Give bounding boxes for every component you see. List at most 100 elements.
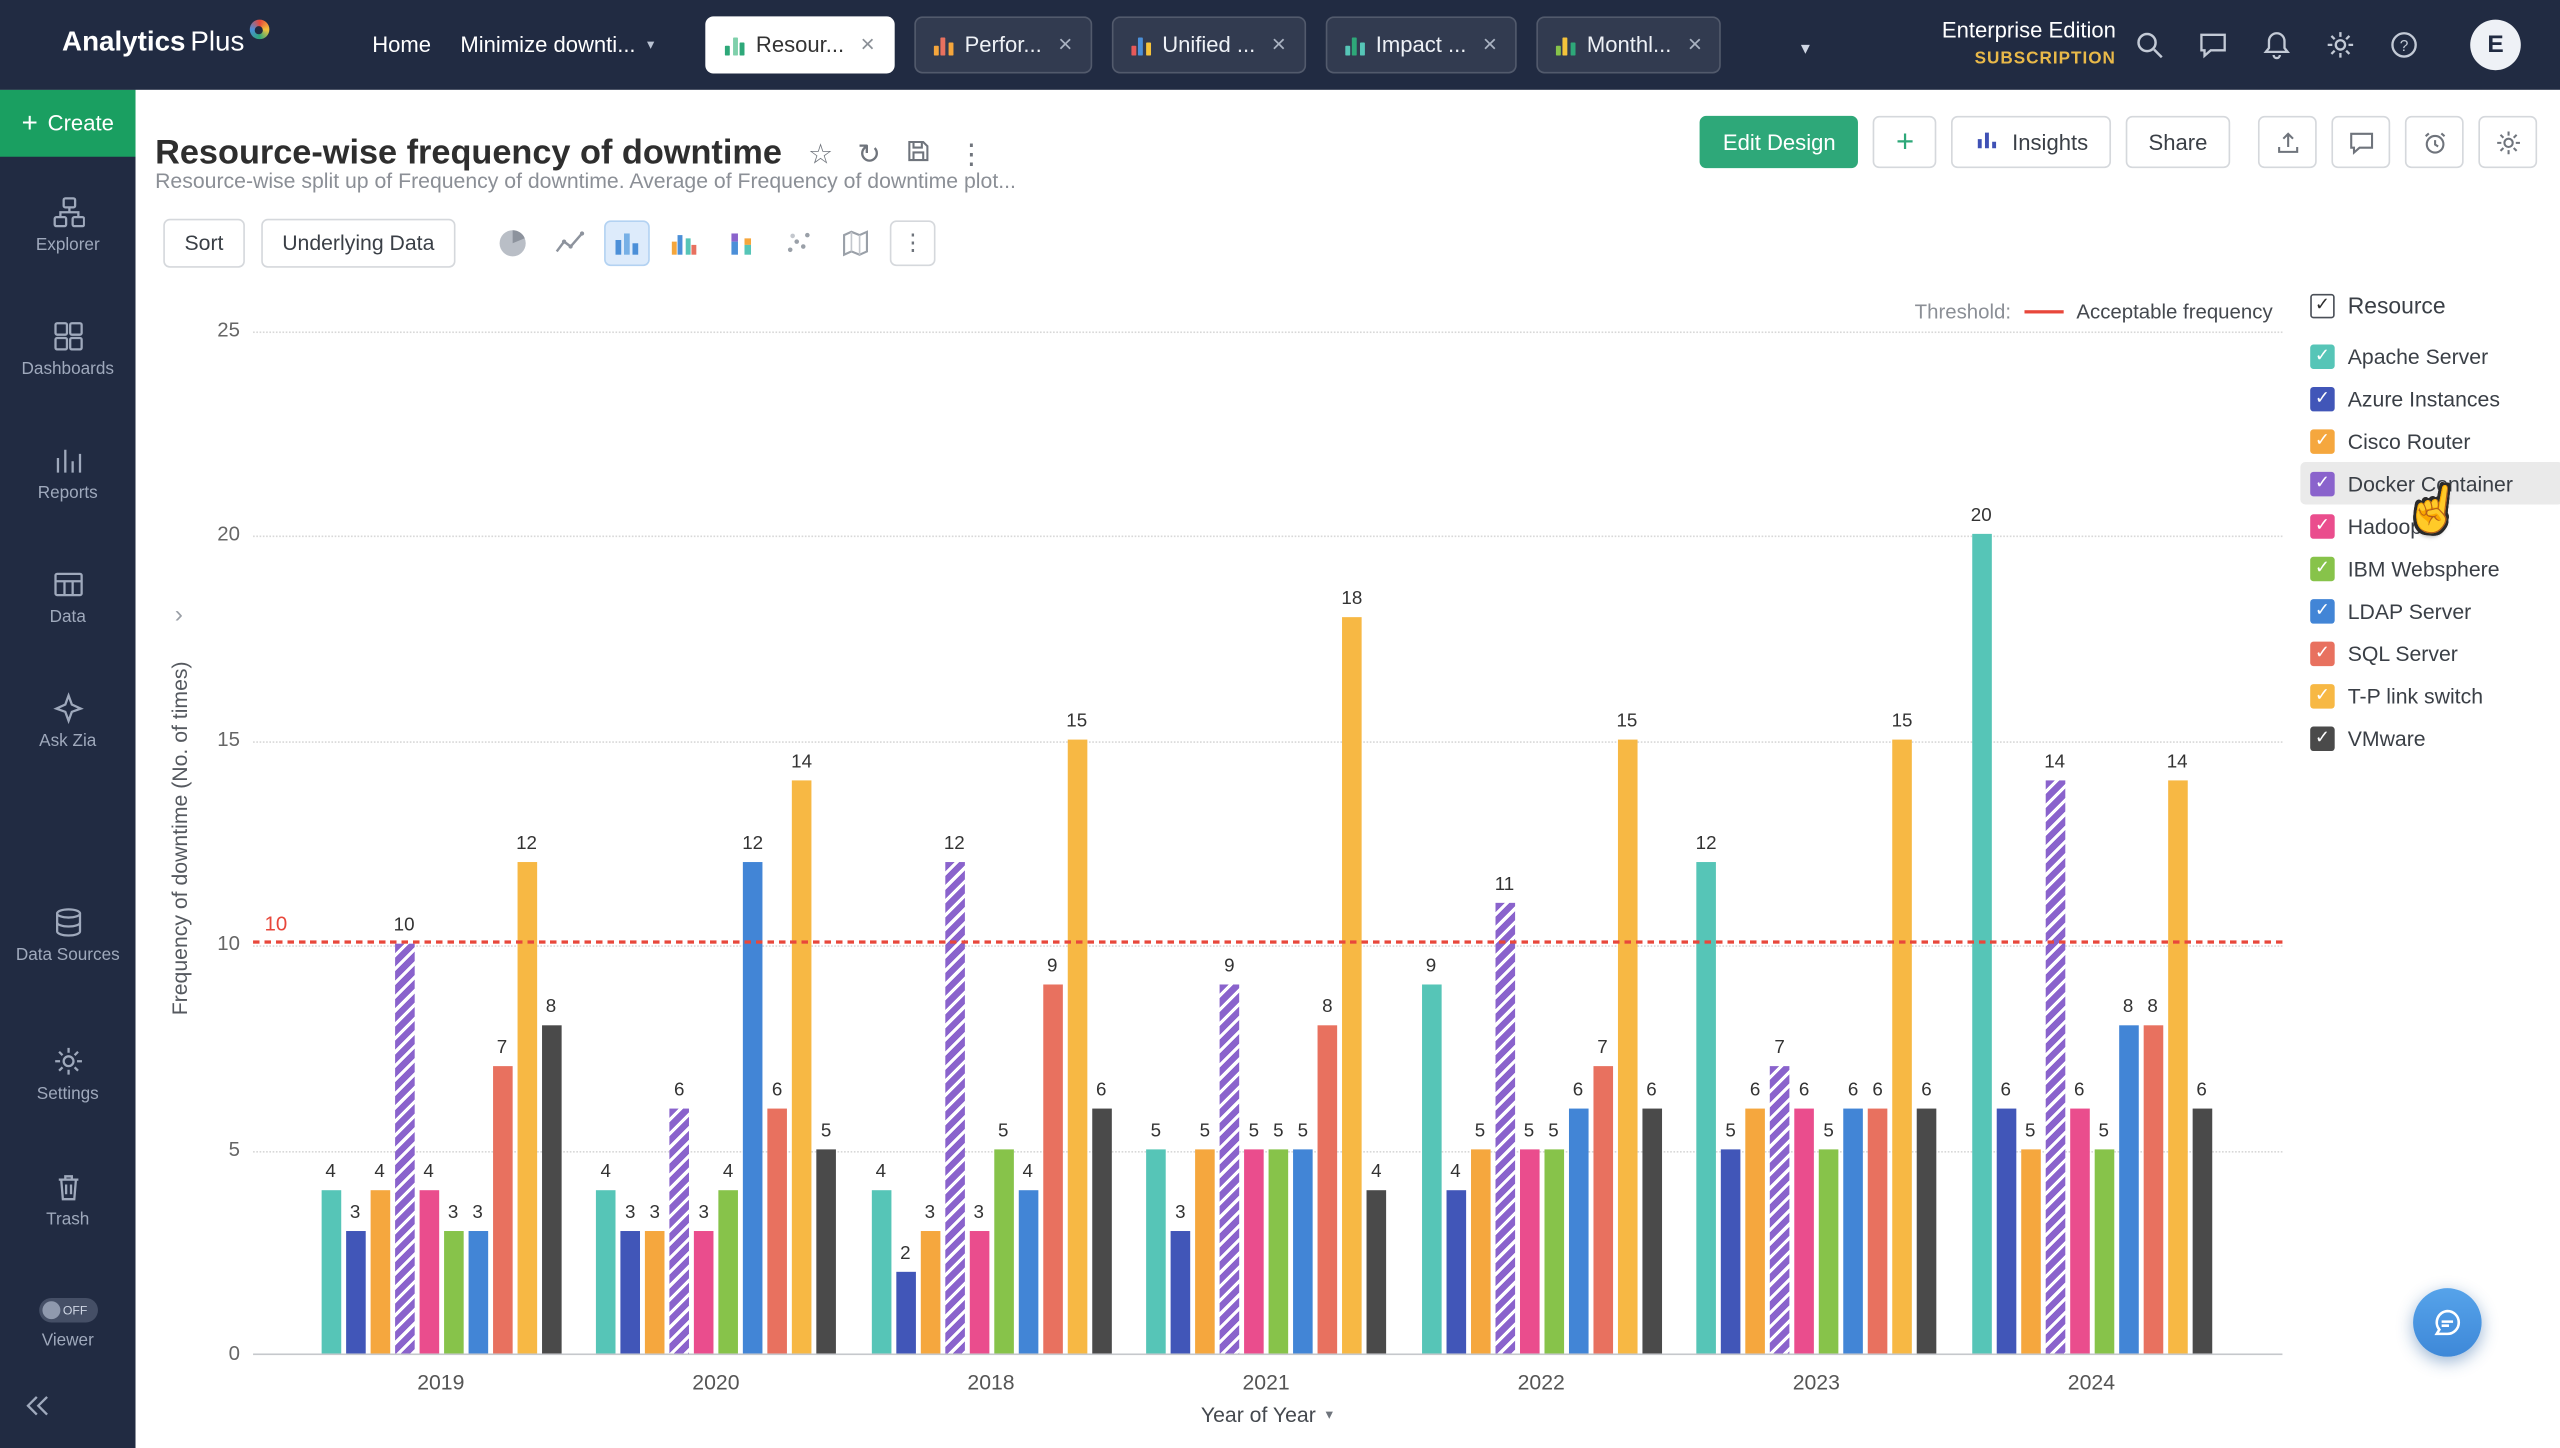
bar-apache-server-2023[interactable]: 12 xyxy=(1696,862,1716,1353)
bar-hadoop-2021[interactable]: 5 xyxy=(1244,1149,1264,1354)
legend-checkbox-azure-instances[interactable]: ✓ xyxy=(2310,386,2334,410)
grouped-bar-chart-icon[interactable] xyxy=(663,221,705,263)
bar-cisco-router-2018[interactable]: 3 xyxy=(920,1231,940,1354)
bar-vmware-2022[interactable]: 6 xyxy=(1642,1108,1662,1354)
edit-design-button[interactable]: Edit Design xyxy=(1700,116,1858,168)
legend-checkbox-ibm-websphere[interactable]: ✓ xyxy=(2310,556,2334,580)
sort-button[interactable]: Sort xyxy=(163,218,244,267)
bar-hadoop-2020[interactable]: 3 xyxy=(694,1231,714,1354)
share-button[interactable]: Share xyxy=(2126,116,2231,168)
line-chart-icon[interactable] xyxy=(549,221,591,263)
bell-icon[interactable] xyxy=(2261,29,2292,60)
bar-cisco-router-2021[interactable]: 5 xyxy=(1195,1149,1215,1354)
legend-item-t-p-link-switch[interactable]: ✓T-P link switch xyxy=(2310,674,2560,716)
bar-sql-server-2023[interactable]: 6 xyxy=(1868,1108,1888,1354)
legend-checkbox-hadoop[interactable]: ✓ xyxy=(2310,513,2334,537)
bar-t-p-link-switch-2019[interactable]: 12 xyxy=(517,862,537,1353)
star-icon[interactable]: ☆ xyxy=(808,140,833,168)
legend-item-cisco-router[interactable]: ✓Cisco Router xyxy=(2310,420,2560,462)
bar-azure-instances-2018[interactable]: 2 xyxy=(896,1272,916,1354)
report-settings-button[interactable] xyxy=(2478,116,2537,168)
bar-azure-instances-2019[interactable]: 3 xyxy=(345,1231,365,1354)
help-icon[interactable]: ? xyxy=(2389,29,2420,60)
bar-t-p-link-switch-2022[interactable]: 15 xyxy=(1617,739,1637,1353)
bar-docker-container-2020[interactable]: 6 xyxy=(669,1108,689,1354)
bar-azure-instances-2023[interactable]: 5 xyxy=(1721,1149,1741,1354)
bar-ibm-websphere-2022[interactable]: 5 xyxy=(1544,1149,1564,1354)
bar-ibm-websphere-2019[interactable]: 3 xyxy=(443,1231,463,1354)
stacked-bar-chart-icon[interactable] xyxy=(720,221,762,263)
tab-resour[interactable]: Resour...× xyxy=(705,16,894,73)
alert-button[interactable] xyxy=(2405,116,2464,168)
legend-header[interactable]: ✓ Resource xyxy=(2310,287,2560,323)
legend-select-all-checkbox[interactable]: ✓ xyxy=(2310,293,2334,317)
bar-docker-container-2023[interactable]: 7 xyxy=(1770,1067,1790,1354)
legend-checkbox-vmware[interactable]: ✓ xyxy=(2310,726,2334,750)
bar-sql-server-2019[interactable]: 7 xyxy=(492,1067,512,1354)
close-icon[interactable]: × xyxy=(1058,33,1072,57)
bar-azure-instances-2022[interactable]: 4 xyxy=(1446,1190,1466,1354)
bar-t-p-link-switch-2021[interactable]: 18 xyxy=(1342,616,1362,1353)
legend-checkbox-ldap-server[interactable]: ✓ xyxy=(2310,598,2334,622)
bar-sql-server-2020[interactable]: 6 xyxy=(767,1108,787,1354)
x-axis-title[interactable]: Year of Year ▾ xyxy=(1136,1402,1397,1426)
sidebar-item-trash[interactable]: Trash xyxy=(0,1171,136,1232)
bar-sql-server-2022[interactable]: 7 xyxy=(1593,1067,1613,1354)
bar-ldap-server-2024[interactable]: 8 xyxy=(2118,1026,2138,1354)
bar-hadoop-2023[interactable]: 6 xyxy=(1794,1108,1814,1354)
bar-ldap-server-2023[interactable]: 6 xyxy=(1843,1108,1863,1354)
underlying-data-button[interactable]: Underlying Data xyxy=(261,218,456,267)
bar-ibm-websphere-2021[interactable]: 5 xyxy=(1269,1149,1289,1354)
bar-ibm-websphere-2024[interactable]: 5 xyxy=(2094,1149,2114,1354)
close-icon[interactable]: × xyxy=(1483,33,1497,57)
sidebar-item-ask-zia[interactable]: Ask Zia xyxy=(0,692,136,753)
bar-ldap-server-2019[interactable]: 3 xyxy=(468,1231,488,1354)
bar-azure-instances-2021[interactable]: 3 xyxy=(1171,1231,1191,1354)
collapse-sidebar-icon[interactable] xyxy=(23,1391,52,1429)
bar-chart-icon[interactable] xyxy=(606,221,648,263)
sidebar-item-dashboards[interactable]: Dashboards xyxy=(0,320,136,381)
bar-hadoop-2024[interactable]: 6 xyxy=(2069,1108,2089,1354)
bar-docker-container-2021[interactable]: 9 xyxy=(1220,985,1240,1354)
legend-item-azure-instances[interactable]: ✓Azure Instances xyxy=(2310,377,2560,419)
kebab-menu-icon[interactable]: ⋮ xyxy=(957,140,985,168)
bar-docker-container-2022[interactable]: 11 xyxy=(1495,903,1515,1353)
bar-apache-server-2019[interactable]: 4 xyxy=(321,1190,341,1354)
sidebar-item-data-sources[interactable]: Data Sources xyxy=(0,906,136,967)
legend-item-apache-server[interactable]: ✓Apache Server xyxy=(2310,335,2560,377)
bar-azure-instances-2024[interactable]: 6 xyxy=(1996,1108,2016,1354)
comment-button[interactable] xyxy=(2331,116,2390,168)
bar-vmware-2018[interactable]: 6 xyxy=(1091,1108,1111,1354)
scatter-chart-icon[interactable] xyxy=(777,221,819,263)
bar-apache-server-2020[interactable]: 4 xyxy=(596,1190,616,1354)
refresh-icon[interactable]: ↻ xyxy=(857,140,880,168)
bar-vmware-2021[interactable]: 4 xyxy=(1367,1190,1387,1354)
bar-ibm-websphere-2018[interactable]: 5 xyxy=(993,1149,1013,1354)
sidebar-item-reports[interactable]: Reports xyxy=(0,444,136,505)
bar-t-p-link-switch-2018[interactable]: 15 xyxy=(1067,739,1087,1353)
bar-vmware-2019[interactable]: 8 xyxy=(541,1026,561,1354)
bar-hadoop-2019[interactable]: 4 xyxy=(419,1190,439,1354)
bar-ldap-server-2018[interactable]: 4 xyxy=(1018,1190,1038,1354)
bar-ibm-websphere-2023[interactable]: 5 xyxy=(1819,1149,1839,1354)
bar-hadoop-2018[interactable]: 3 xyxy=(969,1231,989,1354)
legend-item-ldap-server[interactable]: ✓LDAP Server xyxy=(2310,589,2560,631)
user-avatar[interactable]: E xyxy=(2470,20,2521,71)
viewer-toggle[interactable]: OFF xyxy=(38,1298,97,1322)
bar-cisco-router-2023[interactable]: 6 xyxy=(1745,1108,1765,1354)
close-icon[interactable]: × xyxy=(1688,33,1702,57)
bar-azure-instances-2020[interactable]: 3 xyxy=(620,1231,640,1354)
save-icon[interactable] xyxy=(905,137,933,170)
legend-item-vmware[interactable]: ✓VMware xyxy=(2310,717,2560,759)
gear-icon[interactable] xyxy=(2325,29,2356,60)
legend-item-sql-server[interactable]: ✓SQL Server xyxy=(2310,632,2560,674)
more-tabs-chevron-icon[interactable]: ▾ xyxy=(1801,38,1810,59)
bar-apache-server-2021[interactable]: 5 xyxy=(1146,1149,1166,1354)
search-icon[interactable] xyxy=(2134,29,2165,60)
toolbar-kebab-icon[interactable]: ⋮ xyxy=(890,220,936,266)
legend-checkbox-apache-server[interactable]: ✓ xyxy=(2310,344,2334,368)
bar-ibm-websphere-2020[interactable]: 4 xyxy=(718,1190,738,1354)
bar-sql-server-2018[interactable]: 9 xyxy=(1042,985,1062,1354)
bar-cisco-router-2020[interactable]: 3 xyxy=(645,1231,665,1354)
bar-ldap-server-2020[interactable]: 12 xyxy=(743,862,763,1353)
